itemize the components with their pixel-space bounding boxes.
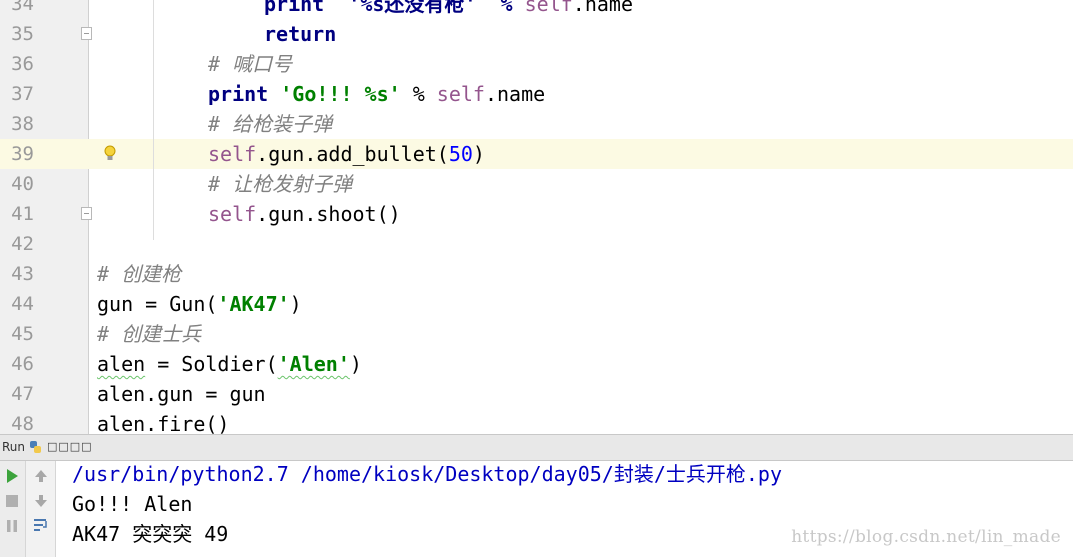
code-token: %: [400, 82, 437, 106]
line-number: 34: [11, 0, 34, 15]
run-config-name[interactable]: □□□□: [47, 440, 93, 453]
code-token: 'AK47': [217, 292, 290, 316]
line-number: 38: [11, 113, 34, 135]
line-number: 39: [11, 143, 34, 165]
code-token: .name: [572, 0, 634, 16]
code-line[interactable]: 46 alen = Soldier('Alen'): [0, 349, 1073, 379]
code-text[interactable]: self.gun.shoot(): [208, 199, 401, 229]
run-icon[interactable]: [4, 468, 20, 484]
run-tool-window-header[interactable]: Run □□□□: [0, 434, 1073, 461]
code-text[interactable]: print 'Go!!! %s' % self.name: [208, 79, 545, 109]
code-line[interactable]: 44 gun = Gun('AK47'): [0, 289, 1073, 319]
console-toolbar: [26, 461, 56, 557]
code-line[interactable]: 37 print 'Go!!! %s' % self.name: [0, 79, 1073, 109]
code-line[interactable]: 39 self.gun.add_bullet(50): [0, 139, 1073, 169]
line-number: 43: [11, 263, 34, 285]
code-token: self: [208, 202, 257, 226]
code-token: print: [208, 82, 281, 106]
code-token: print '%s还没有枪' %: [264, 0, 525, 16]
code-token: alen.fire(): [97, 412, 230, 434]
code-text[interactable]: # 给枪装子弹: [208, 109, 332, 139]
console-line: AK47 突突突 49: [72, 522, 229, 546]
code-token: 'Alen': [277, 352, 350, 376]
code-token: ): [289, 292, 302, 316]
line-number: 48: [11, 413, 34, 434]
code-token: ): [349, 352, 362, 376]
code-editor[interactable]: 34 print '%s还没有枪' % self.name 35 return 36 # …: [0, 0, 1073, 434]
run-toolbar: [0, 461, 26, 557]
code-token: return: [264, 22, 337, 46]
line-number: 36: [11, 53, 34, 75]
code-text[interactable]: gun = Gun('AK47'): [97, 289, 302, 319]
code-token: alen: [97, 352, 146, 376]
line-number: 37: [11, 83, 34, 105]
fold-icon[interactable]: [81, 27, 92, 40]
line-number: 45: [11, 323, 34, 345]
code-token: 50: [448, 142, 473, 166]
indent-guide: [153, 0, 154, 240]
up-arrow-icon[interactable]: [33, 468, 49, 484]
code-line[interactable]: 38 # 给枪装子弹: [0, 109, 1073, 139]
line-number: 47: [11, 383, 34, 405]
code-token: 'Go!!! %s': [280, 82, 401, 106]
code-line[interactable]: 41 self.gun.shoot(): [0, 199, 1073, 229]
code-line[interactable]: 45 # 创建士兵: [0, 319, 1073, 349]
down-arrow-icon[interactable]: [33, 493, 49, 509]
code-token: = Soldier(: [145, 352, 278, 376]
code-line[interactable]: 43 # 创建枪: [0, 259, 1073, 289]
soft-wrap-icon[interactable]: [33, 517, 49, 533]
code-text[interactable]: # 喊口号: [208, 49, 292, 79]
code-line[interactable]: 40 # 让枪发射子弹: [0, 169, 1073, 199]
code-text[interactable]: print '%s还没有枪' % self.name: [264, 0, 633, 19]
code-text[interactable]: # 创建士兵: [97, 319, 201, 349]
code-text[interactable]: alen.fire(): [97, 409, 229, 434]
code-token: # 给枪装子弹: [208, 112, 333, 136]
line-number: 35: [11, 23, 34, 45]
line-number: 46: [11, 353, 34, 375]
code-token: .name: [484, 82, 546, 106]
code-text[interactable]: alen = Soldier('Alen'): [97, 349, 362, 379]
pause-icon[interactable]: [4, 518, 20, 534]
code-token: gun = Gun(: [97, 292, 218, 316]
code-token: # 创建枪: [97, 262, 182, 286]
line-number: 40: [11, 173, 34, 195]
code-text[interactable]: # 让枪发射子弹: [208, 169, 352, 199]
code-token: self: [524, 0, 573, 16]
run-tab-label[interactable]: Run: [2, 440, 25, 454]
code-token: self: [436, 82, 485, 106]
code-line[interactable]: 35 return: [0, 19, 1073, 49]
code-token: .gun.add_bullet(: [256, 142, 449, 166]
code-text[interactable]: self.gun.add_bullet(50): [208, 139, 485, 169]
code-token: self: [208, 142, 257, 166]
code-text[interactable]: return: [264, 19, 336, 49]
code-line[interactable]: 36 # 喊口号: [0, 49, 1073, 79]
console-line: Go!!! Alen: [72, 492, 193, 516]
code-line[interactable]: 42: [0, 229, 1073, 259]
fold-icon[interactable]: [81, 207, 92, 220]
code-token: # 让枪发射子弹: [208, 172, 353, 196]
stop-icon[interactable]: [4, 493, 20, 509]
line-number: 44: [11, 293, 34, 315]
code-token: alen.gun = gun: [97, 382, 266, 406]
code-token: # 创建士兵: [97, 322, 202, 346]
code-line[interactable]: 48 alen.fire(): [0, 409, 1073, 434]
code-token: ): [472, 142, 485, 166]
code-line[interactable]: 47 alen.gun = gun: [0, 379, 1073, 409]
python-icon: [30, 441, 41, 453]
line-number: 41: [11, 203, 34, 225]
watermark: https://blog.csdn.net/lin_made: [791, 527, 1061, 547]
line-number: 42: [11, 233, 34, 255]
console-line: /usr/bin/python2.7 /home/kiosk/Desktop/d…: [72, 462, 783, 486]
bulb-icon[interactable]: [103, 144, 117, 164]
code-token: # 喊口号: [208, 52, 293, 76]
code-text[interactable]: alen.gun = gun: [97, 379, 266, 409]
code-line[interactable]: 34 print '%s还没有枪' % self.name: [0, 0, 1073, 19]
code-token: .gun.shoot(): [256, 202, 401, 226]
code-text[interactable]: # 创建枪: [97, 259, 181, 289]
